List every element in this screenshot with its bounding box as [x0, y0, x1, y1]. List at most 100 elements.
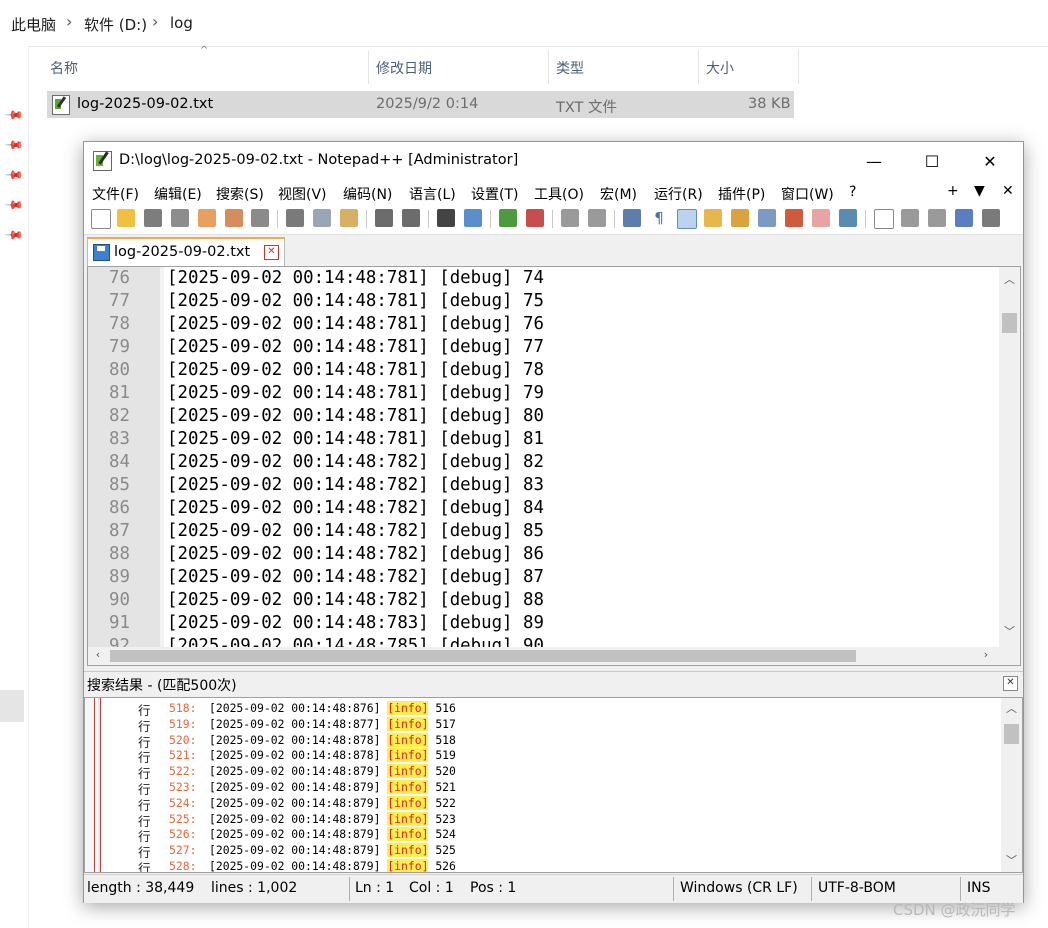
- explorer-selected-nav-item[interactable]: [0, 690, 24, 722]
- close-all-icon[interactable]: [225, 209, 243, 227]
- results-scroll-thumb[interactable]: [1004, 724, 1019, 744]
- search-results-pane[interactable]: 行 518: [2025-09-02 00:14:48:876] [info] 51…: [84, 697, 1023, 873]
- cut-icon[interactable]: [286, 209, 304, 227]
- pin-icon[interactable]: 📌: [4, 195, 24, 215]
- menu-view[interactable]: 视图(V): [278, 184, 327, 204]
- status-eol[interactable]: Windows (CR LF): [680, 880, 798, 896]
- find-icon[interactable]: [437, 209, 455, 227]
- open-file-icon[interactable]: [117, 209, 135, 227]
- scroll-down-icon[interactable]: ﹀: [999, 623, 1020, 639]
- redo-icon[interactable]: [402, 209, 420, 227]
- column-header-type[interactable]: 类型: [556, 58, 584, 78]
- zoom-out-icon[interactable]: [526, 209, 544, 227]
- close-button[interactable]: ✕: [967, 142, 1013, 180]
- line-number: 86: [109, 498, 130, 518]
- user-language-icon[interactable]: [704, 209, 722, 227]
- paste-icon[interactable]: [340, 209, 358, 227]
- record-macro-icon[interactable]: [874, 209, 894, 229]
- result-line-number: 519:: [169, 716, 197, 731]
- save-all-icon[interactable]: [171, 209, 189, 227]
- tab-list-dropdown-icon[interactable]: ▼: [974, 183, 985, 199]
- scroll-up-icon[interactable]: ︿: [999, 271, 1020, 287]
- sync-horizontal-icon[interactable]: [588, 209, 606, 227]
- column-divider[interactable]: [368, 50, 369, 84]
- line-number: 90: [109, 590, 130, 610]
- menu-file[interactable]: 文件(F): [92, 184, 139, 204]
- menu-encoding[interactable]: 编码(N): [343, 184, 392, 204]
- indent-guide-icon[interactable]: [677, 209, 697, 229]
- results-vertical-scrollbar[interactable]: ︿ ﹀: [1001, 698, 1022, 872]
- maximize-button[interactable]: ☐: [909, 142, 955, 180]
- scroll-left-icon[interactable]: ‹: [90, 648, 106, 661]
- column-header-date[interactable]: 修改日期: [376, 58, 432, 78]
- column-divider[interactable]: [798, 50, 799, 84]
- menu-help[interactable]: ?: [849, 184, 856, 200]
- scroll-up-icon[interactable]: ︿: [1001, 700, 1022, 716]
- scroll-right-icon[interactable]: ›: [978, 648, 994, 661]
- sync-vertical-icon[interactable]: [561, 209, 579, 227]
- pin-icon[interactable]: 📌: [4, 225, 24, 245]
- stop-macro-icon[interactable]: [901, 209, 919, 227]
- replace-icon[interactable]: [464, 209, 482, 227]
- save-icon[interactable]: [144, 209, 162, 227]
- zoom-in-icon[interactable]: [499, 209, 517, 227]
- function-list-icon[interactable]: [785, 209, 803, 227]
- column-divider[interactable]: [698, 50, 699, 84]
- close-file-icon[interactable]: [198, 209, 216, 227]
- tab-close-icon[interactable]: ✕: [264, 245, 279, 260]
- document-list-icon[interactable]: [758, 209, 776, 227]
- menu-settings[interactable]: 设置(T): [471, 184, 518, 204]
- undo-icon[interactable]: [375, 209, 393, 227]
- menu-language[interactable]: 语言(L): [409, 184, 456, 204]
- breadcrumb-log[interactable]: log: [170, 14, 193, 32]
- editor-pane[interactable]: 76 [2025-09-02 00:14:48:781] [debug] 74 77…: [87, 266, 1021, 666]
- pin-icon[interactable]: 📌: [4, 105, 24, 125]
- tab-log-file[interactable]: log-2025-09-02.txt ✕: [87, 237, 285, 268]
- breadcrumb-chevron-icon: ›: [152, 12, 159, 31]
- column-header-size[interactable]: 大小: [706, 58, 734, 78]
- menu-tools[interactable]: 工具(O): [534, 184, 584, 204]
- run-macro-multiple-icon[interactable]: [955, 209, 973, 227]
- new-file-icon[interactable]: [91, 209, 111, 229]
- save-macro-icon[interactable]: [982, 209, 1000, 227]
- breadcrumb-drive-d[interactable]: 软件 (D:): [84, 14, 147, 35]
- horizontal-scroll-thumb[interactable]: [110, 650, 856, 662]
- menu-macro[interactable]: 宏(M): [600, 184, 637, 204]
- column-divider[interactable]: [548, 50, 549, 84]
- title-bar[interactable]: D:\log\log-2025-09-02.txt - Notepad++ [A…: [84, 142, 1023, 180]
- monitoring-icon[interactable]: [839, 209, 857, 227]
- status-insert-mode[interactable]: INS: [967, 880, 991, 896]
- line-number: 78: [109, 314, 130, 334]
- toolbar: ¶: [84, 204, 1023, 235]
- menu-search[interactable]: 搜索(S): [216, 184, 264, 204]
- scroll-down-icon[interactable]: ﹀: [1001, 852, 1022, 868]
- status-encoding[interactable]: UTF-8-BOM: [818, 880, 896, 896]
- word-wrap-icon[interactable]: [623, 209, 641, 227]
- print-icon[interactable]: [251, 209, 269, 227]
- copy-icon[interactable]: [313, 209, 331, 227]
- menu-window[interactable]: 窗口(W): [781, 184, 834, 204]
- menu-plugins[interactable]: 插件(P): [718, 184, 765, 204]
- line-text: [2025-09-02 00:14:48:781] [debug] 74: [167, 268, 544, 288]
- new-tab-plus-icon[interactable]: +: [947, 183, 959, 199]
- breadcrumb-this-pc[interactable]: 此电脑: [11, 14, 56, 35]
- line-text: [2025-09-02 00:14:48:781] [debug] 81: [167, 429, 544, 449]
- column-header-name[interactable]: 名称: [50, 58, 78, 78]
- notepadpp-app-icon[interactable]: [93, 151, 112, 171]
- play-macro-icon[interactable]: [928, 209, 946, 227]
- menu-edit[interactable]: 编辑(E): [154, 184, 202, 204]
- pin-icon[interactable]: 📌: [4, 165, 24, 185]
- search-results-close-icon[interactable]: ✕: [1003, 676, 1018, 691]
- menu-run[interactable]: 运行(R): [654, 184, 703, 204]
- line-text: [2025-09-02 00:14:48:782] [debug] 85: [167, 521, 544, 541]
- editor-horizontal-scrollbar[interactable]: ‹ ›: [88, 647, 1020, 665]
- folder-workspace-icon[interactable]: [812, 209, 830, 227]
- document-map-icon[interactable]: [731, 209, 749, 227]
- editor-vertical-scrollbar[interactable]: ︿ ﹀: [999, 267, 1020, 647]
- vertical-scroll-thumb[interactable]: [1002, 313, 1017, 333]
- minimize-button[interactable]: —: [851, 142, 897, 180]
- search-results-title: 搜索结果 - (匹配500次): [87, 678, 237, 694]
- pin-icon[interactable]: 📌: [4, 135, 24, 155]
- show-all-characters-icon[interactable]: ¶: [650, 209, 668, 227]
- close-document-icon[interactable]: ✕: [1002, 183, 1014, 199]
